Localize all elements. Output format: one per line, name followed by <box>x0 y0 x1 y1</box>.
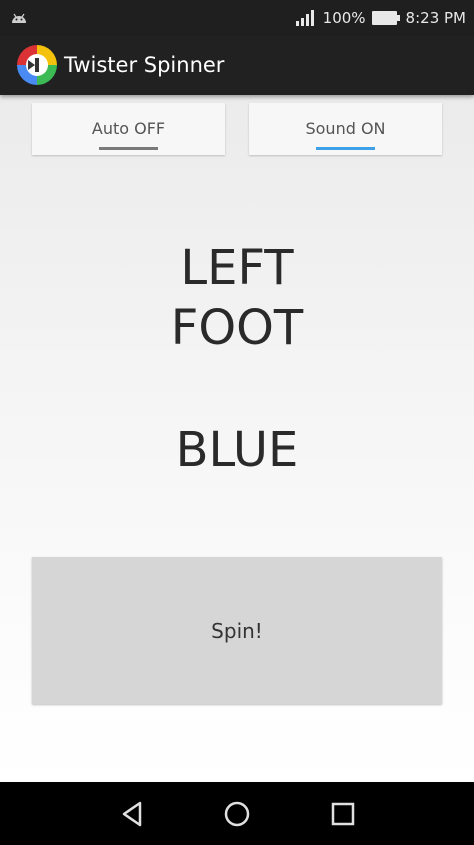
spin-button[interactable]: Spin! <box>32 557 442 704</box>
status-bar: 100% 8:23 PM <box>0 0 474 36</box>
spin-result: LEFT FOOT BLUE <box>0 238 474 480</box>
result-color: BLUE <box>175 422 299 478</box>
navigation-bar <box>0 782 474 845</box>
back-icon[interactable] <box>113 794 153 834</box>
status-time: 8:23 PM <box>405 9 466 27</box>
auto-toggle-label: Auto OFF <box>91 119 166 138</box>
battery-icon <box>371 11 400 25</box>
result-side-limb: LEFT <box>180 240 294 296</box>
auto-toggle-button[interactable]: Auto OFF <box>32 103 225 155</box>
sound-toggle-indicator <box>316 147 375 150</box>
spinner-logo-icon <box>17 45 57 85</box>
app-title: Twister Spinner <box>64 53 225 77</box>
recents-icon[interactable] <box>323 794 363 834</box>
sound-toggle-button[interactable]: Sound ON <box>249 103 442 155</box>
app-bar: Twister Spinner <box>0 36 474 95</box>
auto-toggle-indicator <box>99 147 158 150</box>
result-limb: FOOT <box>170 300 304 356</box>
signal-icon <box>295 10 314 26</box>
sound-toggle-label: Sound ON <box>305 119 386 138</box>
main-content: Auto OFF Sound ON LEFT FOOT BLUE Spin! <box>0 95 474 782</box>
android-notification-icon <box>12 13 26 23</box>
status-right: 100% 8:23 PM <box>295 0 466 36</box>
battery-percent: 100% <box>322 9 366 27</box>
screen: 100% 8:23 PM Twister Spinner Auto OFF So <box>0 0 474 845</box>
home-icon[interactable] <box>217 794 257 834</box>
